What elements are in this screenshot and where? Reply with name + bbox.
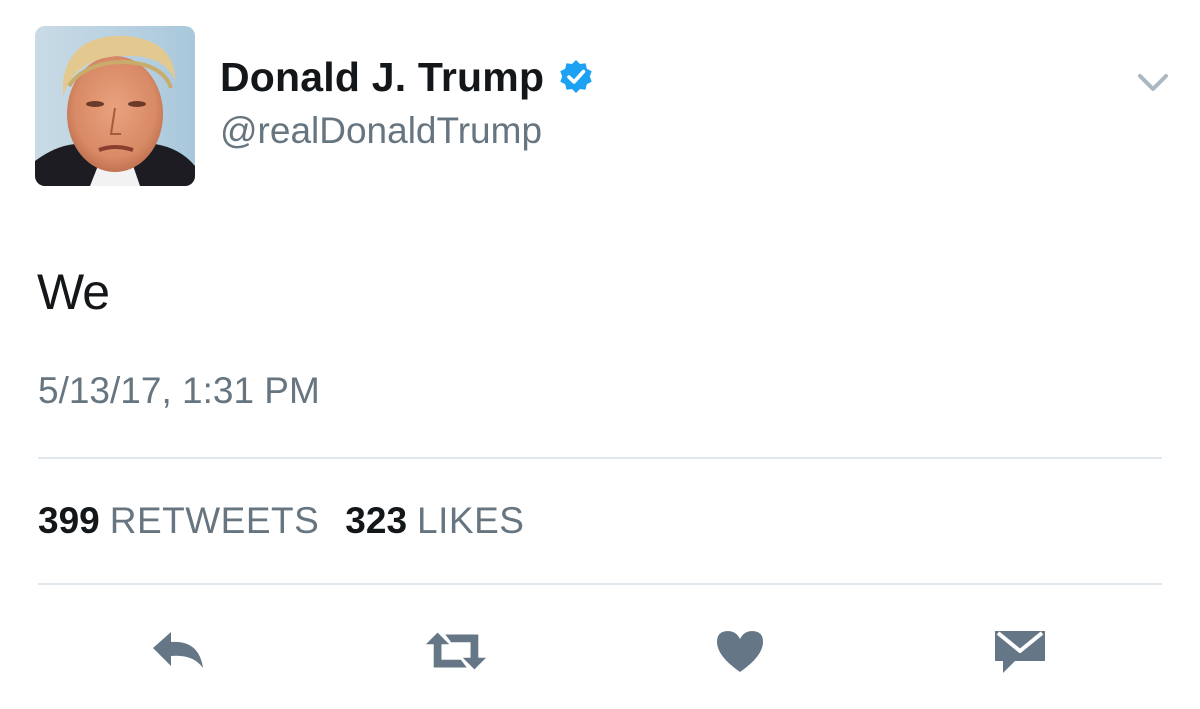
avatar[interactable] bbox=[35, 26, 195, 186]
envelope-icon bbox=[995, 631, 1045, 673]
like-button[interactable] bbox=[708, 624, 772, 678]
tweet-stats: 399 RETWEETS 323 LIKES bbox=[38, 498, 550, 544]
heart-icon bbox=[717, 631, 763, 672]
divider bbox=[38, 457, 1162, 459]
likes-count: 323 bbox=[345, 500, 408, 541]
direct-message-button[interactable] bbox=[988, 624, 1052, 678]
author-name-row[interactable]: Donald J. Trump bbox=[220, 52, 594, 102]
likes-stat[interactable]: 323 LIKES bbox=[345, 498, 524, 544]
tweet-timestamp: 5/13/17, 1:31 PM bbox=[38, 370, 320, 411]
verified-badge-icon bbox=[558, 59, 594, 95]
likes-label: LIKES bbox=[417, 500, 525, 541]
retweets-label: RETWEETS bbox=[109, 500, 320, 541]
retweets-stat[interactable]: 399 RETWEETS bbox=[38, 498, 319, 544]
chevron-down-icon[interactable] bbox=[1135, 64, 1171, 100]
author-display-name[interactable]: Donald J. Trump bbox=[220, 52, 544, 102]
retweet-button[interactable] bbox=[424, 624, 488, 678]
tweet-text: We bbox=[37, 264, 110, 320]
author-handle[interactable]: @realDonaldTrump bbox=[220, 108, 542, 154]
retweet-icon bbox=[425, 632, 487, 670]
tweet-detail: Donald J. Trump @realDonaldTrump We 5/13… bbox=[0, 0, 1200, 709]
reply-icon bbox=[153, 632, 203, 668]
avatar-image bbox=[35, 26, 195, 186]
divider bbox=[38, 583, 1162, 585]
reply-button[interactable] bbox=[146, 624, 210, 678]
retweets-count: 399 bbox=[38, 500, 100, 541]
